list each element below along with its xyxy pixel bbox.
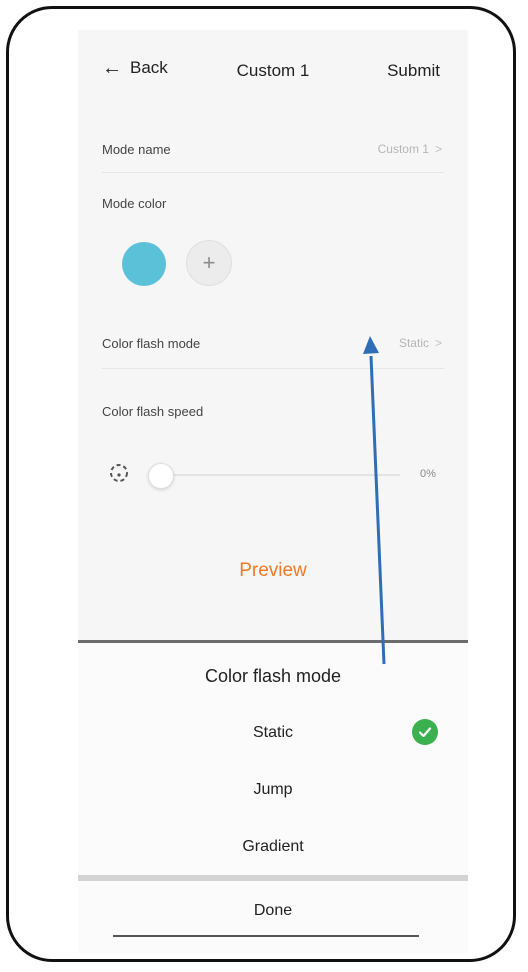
check-circle-icon <box>412 719 438 745</box>
done-button[interactable]: Done <box>78 888 468 934</box>
option-label: Static <box>252 724 293 741</box>
slider-knob[interactable] <box>148 463 174 489</box>
chevron-right-icon: > <box>434 336 442 350</box>
sheet-title: Color flash mode <box>204 666 342 686</box>
flash-mode-row[interactable]: Color flash mode Static > <box>102 336 442 351</box>
option-static[interactable]: Static <box>78 705 468 761</box>
option-label: Jump <box>253 781 293 798</box>
plus-icon: + <box>202 250 216 275</box>
flash-mode-value: Static <box>398 336 429 350</box>
add-color-button[interactable]: + <box>186 240 232 286</box>
preview-button[interactable]: Preview <box>78 560 468 582</box>
header: ← Back Custom 1 Submit <box>78 30 468 110</box>
mode-color-row: Mode color <box>102 196 442 211</box>
option-gradient[interactable]: Gradient <box>78 819 468 875</box>
mode-name-value: Custom 1 <box>377 142 429 156</box>
mode-name-value-wrap: Custom 1 > <box>378 142 442 156</box>
flash-mode-value-wrap: Static > <box>399 336 442 350</box>
chevron-right-icon: > <box>434 142 442 156</box>
divider <box>102 368 444 369</box>
flash-speed-row: Color flash speed <box>102 404 442 419</box>
mode-name-label: Mode name <box>102 142 171 157</box>
option-label: Gradient <box>242 838 304 855</box>
submit-button[interactable]: Submit <box>387 61 440 81</box>
divider <box>102 172 444 173</box>
mode-color-label: Mode color <box>102 196 167 211</box>
mode-name-row[interactable]: Mode name Custom 1 > <box>102 142 442 157</box>
sheet-separator <box>78 875 468 881</box>
flash-mode-label: Color flash mode <box>102 336 201 351</box>
home-indicator <box>113 935 419 937</box>
speed-percent: 0% <box>420 468 436 480</box>
slider-track[interactable] <box>160 474 400 476</box>
speed-gauge-icon <box>110 464 128 482</box>
flash-speed-label: Color flash speed <box>102 404 204 419</box>
color-swatch-cyan[interactable] <box>122 242 166 286</box>
flash-mode-sheet: Color flash mode Static Jump Gradient Do… <box>78 640 468 953</box>
flash-speed-slider[interactable]: 0% <box>108 460 448 490</box>
option-jump[interactable]: Jump <box>78 762 468 818</box>
